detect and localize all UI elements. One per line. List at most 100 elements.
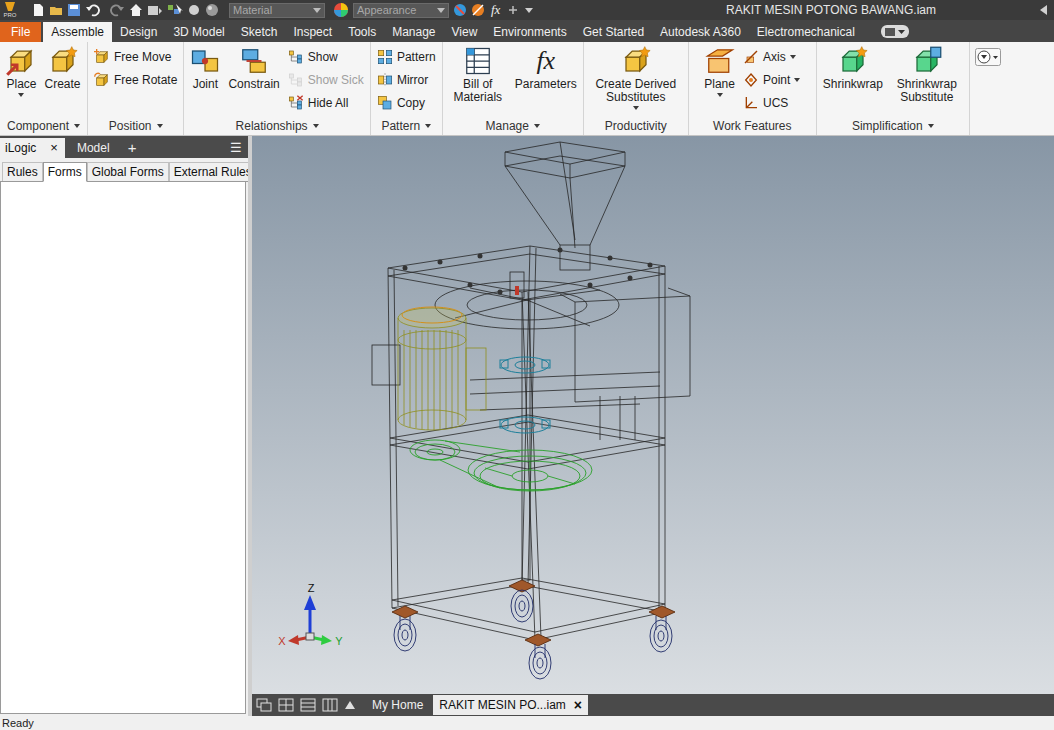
dropdown-arrow-icon[interactable]: [157, 124, 163, 128]
plus-icon[interactable]: [506, 3, 520, 17]
panel-menu-button[interactable]: ☰: [224, 138, 248, 158]
ilogic-subtab[interactable]: External Rules: [169, 162, 257, 181]
tile-icon[interactable]: [278, 698, 294, 712]
ribbon-group-label[interactable]: Position: [88, 117, 183, 135]
customize-arrow-icon[interactable]: [524, 3, 534, 17]
title-bar: PRO Material Appearance fx RAKIT MESIN P…: [0, 0, 1054, 20]
ribbon-tab[interactable]: View: [444, 22, 486, 42]
color-sphere-icon[interactable]: [205, 3, 219, 17]
adjust-appearance-icon[interactable]: [471, 3, 485, 17]
close-document-button[interactable]: ×: [574, 698, 582, 712]
ribbon-tool-button[interactable]: Show: [285, 45, 367, 68]
tile-vertical-icon[interactable]: [322, 698, 338, 712]
close-tab-button[interactable]: ×: [48, 141, 60, 155]
ribbon-group-label[interactable]: Relationships: [184, 117, 369, 135]
dropdown-arrow-icon[interactable]: [18, 93, 24, 97]
document-tab[interactable]: RAKIT MESIN PO...iam×: [433, 695, 588, 715]
ribbon-group-label[interactable]: Work Features: [689, 117, 816, 135]
ribbon-tool-button[interactable]: Bill of Materials: [446, 45, 510, 104]
ribbon-tool-button[interactable]: Pattern: [374, 45, 439, 68]
ilogic-subtab[interactable]: Forms: [43, 162, 87, 182]
ribbon-options-button[interactable]: [970, 42, 1006, 135]
collapse-arrow-icon[interactable]: [1040, 5, 1048, 15]
ribbon-tool-button[interactable]: Constrain: [225, 45, 282, 91]
cascade-icon[interactable]: [256, 698, 272, 712]
ribbon-tool-button[interactable]: Copy: [374, 91, 439, 114]
graphics-window[interactable]: ZXY: [252, 136, 1054, 694]
save-icon[interactable]: [67, 3, 81, 17]
redo-icon[interactable]: [107, 3, 125, 17]
tool-label: Show: [308, 50, 338, 64]
ribbon-tool-button[interactable]: fxParameters: [512, 45, 580, 91]
ribbon-tab[interactable]: Autodesk A360: [652, 22, 749, 42]
ribbon-tool-button[interactable]: Place: [3, 45, 39, 97]
appearance-dropdown[interactable]: Appearance: [353, 3, 449, 18]
dropdown-arrow-icon[interactable]: [794, 78, 800, 82]
ribbon-tab[interactable]: Sketch: [233, 22, 286, 42]
inventor-logo[interactable]: PRO: [3, 1, 17, 19]
ilogic-subtab[interactable]: Global Forms: [87, 162, 169, 181]
dropdown-arrow-icon[interactable]: [790, 55, 796, 59]
ribbon-group: JointConstrainShowShow SickHide AllRelat…: [184, 42, 370, 135]
ribbon-tab[interactable]: Assemble: [43, 22, 112, 42]
appearance-wheel-icon[interactable]: [333, 2, 349, 18]
window-title: RAKIT MESIN POTONG BAWANG.iam: [726, 3, 936, 17]
clear-appearance-icon[interactable]: [453, 3, 467, 17]
ribbon-tab[interactable]: Tools: [340, 22, 384, 42]
panel-tab[interactable]: iLogic×: [0, 138, 65, 158]
adjust-icon[interactable]: [187, 3, 201, 17]
panel-visibility-button[interactable]: [881, 25, 909, 38]
ribbon-group-label[interactable]: Manage: [443, 117, 583, 135]
ribbon-tool-button[interactable]: Shrinkwrap Substitute: [888, 45, 966, 104]
document-tab[interactable]: My Home: [364, 695, 431, 715]
machine-model[interactable]: [372, 142, 690, 679]
new-file-icon[interactable]: [31, 3, 45, 17]
ribbon-tab[interactable]: Inspect: [285, 22, 340, 42]
home-icon[interactable]: [129, 3, 143, 17]
panel-tab[interactable]: Model: [65, 138, 122, 158]
tile-horizontal-icon[interactable]: [300, 698, 316, 712]
tool-label: Create Derived Substitutes: [590, 78, 682, 104]
forms-list[interactable]: [0, 182, 246, 714]
ribbon-tool-button[interactable]: Create Derived Substitutes: [587, 45, 685, 110]
dropdown-arrow-icon[interactable]: [313, 124, 319, 128]
ilogic-subtab[interactable]: Rules: [2, 162, 43, 181]
ribbon-group-label[interactable]: Simplification: [817, 117, 969, 135]
undo-icon[interactable]: [85, 3, 103, 17]
dropdown-arrow-icon[interactable]: [633, 106, 639, 110]
dropdown-arrow-icon[interactable]: [928, 124, 934, 128]
dropdown-arrow-icon[interactable]: [74, 124, 80, 128]
file-menu-button[interactable]: File: [0, 22, 41, 42]
ribbon-tool-button[interactable]: Free Rotate: [91, 68, 180, 91]
ribbon-tool-button[interactable]: Free Move: [91, 45, 180, 68]
ribbon-tool-button[interactable]: UCS: [740, 91, 803, 114]
open-folder-icon[interactable]: [49, 3, 63, 17]
ribbon-tool-button[interactable]: Axis: [740, 45, 803, 68]
ribbon-group-label[interactable]: Productivity: [584, 117, 688, 135]
ribbon-tool-button[interactable]: Hide All: [285, 91, 367, 114]
dropdown-arrow-icon[interactable]: [425, 124, 431, 128]
ribbon-tool-button[interactable]: Point: [740, 68, 803, 91]
dropdown-arrow-icon[interactable]: [717, 93, 723, 97]
parameters-glyph[interactable]: fx: [489, 3, 502, 17]
ribbon-tool-button[interactable]: Plane: [701, 45, 738, 97]
expand-up-icon[interactable]: [344, 698, 356, 712]
ribbon-tab[interactable]: Electromechanical: [749, 22, 863, 42]
add-panel-button[interactable]: +: [122, 138, 143, 158]
material-dropdown[interactable]: Material: [229, 3, 325, 18]
select-icon[interactable]: [167, 3, 183, 17]
ribbon-tool-button[interactable]: Create: [42, 45, 84, 91]
ribbon-tab[interactable]: 3D Model: [165, 22, 232, 42]
ribbon-group-label[interactable]: Component: [0, 117, 87, 135]
ribbon-group-label[interactable]: Pattern: [371, 117, 442, 135]
ribbon-tab[interactable]: Environments: [485, 22, 574, 42]
ribbon-tool-button[interactable]: Mirror: [374, 68, 439, 91]
assembly-viewport[interactable]: ZXY: [252, 136, 1054, 694]
ribbon-tab[interactable]: Manage: [384, 22, 443, 42]
ribbon-tab[interactable]: Get Started: [575, 22, 652, 42]
update-icon[interactable]: [147, 3, 163, 17]
ribbon-tab[interactable]: Design: [112, 22, 165, 42]
ribbon-tool-button[interactable]: Joint: [187, 45, 223, 91]
ribbon-tool-button[interactable]: Shrinkwrap: [820, 45, 886, 91]
dropdown-arrow-icon[interactable]: [534, 124, 540, 128]
